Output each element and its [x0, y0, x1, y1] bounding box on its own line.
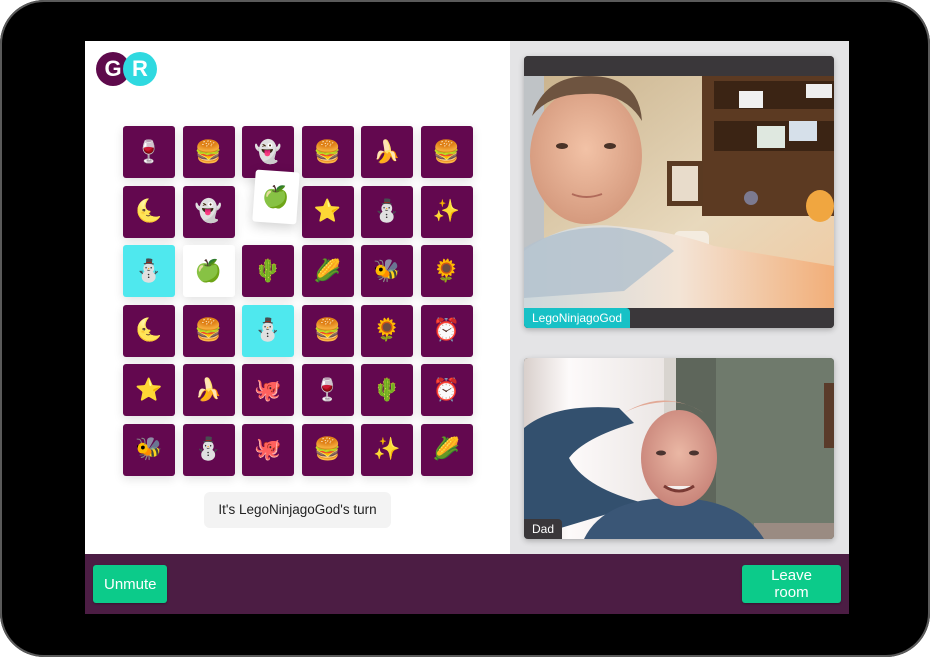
logo-r: R — [123, 52, 157, 86]
corn-icon: 🌽 — [313, 258, 342, 284]
memory-tile[interactable]: 🍏 — [182, 245, 235, 297]
hamburger-icon: 🍔 — [432, 139, 461, 165]
snowman-icon: ⛄ — [194, 437, 223, 462]
memory-tile[interactable]: 🍔 — [301, 304, 354, 357]
memory-tile[interactable]: 🐝 — [361, 245, 413, 297]
sunflower-icon: 🌻 — [373, 318, 401, 343]
memory-tile[interactable]: 🍔 — [420, 126, 473, 178]
octopus-icon: 🐙 — [254, 377, 282, 403]
hamburger-icon: 🍔 — [313, 437, 342, 462]
ghost-icon: 👻 — [254, 139, 282, 165]
octopus-icon: 🐙 — [254, 437, 282, 462]
memory-tile[interactable]: 👻 — [182, 185, 235, 238]
snowman-icon: ⛄ — [254, 318, 282, 343]
green-apple-icon: 🍏 — [261, 183, 291, 210]
participant-name-tag: Dad — [524, 519, 563, 539]
memory-tile[interactable]: 🌽 — [420, 423, 473, 476]
memory-board: 🍷 🍔 👻 🍔 🍌 🍔 🌜 👻 🍏 ⭐ ⛄ ✨ ⛄ 🍏 🌵 🌽 🐝 🌻 🌜 🍔 ⛄ 🍔 🌻 ⏰ ⭐ 🍌 🐙 🍷 🌵 ⏰ 🐝 ⛄ 🐙 🍔 ✨ 🌽 — [123, 126, 473, 476]
crescent-moon-face-icon: 🌜 — [135, 199, 163, 224]
green-apple-icon: 🍏 — [194, 258, 223, 284]
unmute-button[interactable]: Unmute — [93, 565, 167, 603]
memory-tile[interactable]: 🌽 — [301, 245, 354, 297]
call-controls-bar: Unmute Leave room — [85, 554, 849, 614]
hamburger-icon: 🍔 — [313, 139, 342, 165]
corn-icon: 🌽 — [432, 437, 461, 462]
snowman-icon: ⛄ — [373, 199, 401, 224]
memory-tile[interactable]: ⛄ — [242, 304, 294, 357]
bee-icon: 🐝 — [373, 258, 401, 284]
sparkles-icon: ✨ — [432, 199, 461, 224]
memory-tile[interactable]: 🍔 — [182, 126, 235, 178]
memory-tile[interactable]: 🌜 — [123, 304, 175, 357]
memory-tile[interactable]: 🌵 — [361, 364, 413, 416]
memory-tile[interactable]: 🍏 — [252, 169, 300, 224]
memory-tile[interactable]: 🍌 — [182, 364, 235, 416]
hamburger-icon: 🍔 — [313, 318, 342, 343]
memory-tile[interactable]: 🐙 — [242, 423, 294, 476]
memory-tile[interactable]: 🌻 — [361, 304, 413, 357]
memory-tile[interactable]: 🐙 — [242, 364, 294, 416]
wine-glass-icon: 🍷 — [135, 139, 163, 165]
sparkles-icon: ✨ — [373, 437, 401, 462]
hamburger-icon: 🍔 — [194, 318, 223, 343]
tablet-frame: G R 🍷 🍔 👻 🍔 🍌 🍔 🌜 👻 🍏 ⭐ ⛄ ✨ ⛄ 🍏 🌵 🌽 🐝 🌻 🌜 🍔 ⛄ 🍔 🌻 ⏰ ⭐ 🍌 🐙 🍷 🌵 ⏰ 🐝 ⛄ 🐙 🍔 ✨ 🌽… — [0, 0, 930, 657]
video-topbar — [524, 56, 834, 76]
memory-tile[interactable]: ⏰ — [420, 364, 473, 416]
leave-room-button[interactable]: Leave room — [742, 565, 841, 603]
memory-tile[interactable]: 🌜 — [123, 185, 175, 238]
bee-icon: 🐝 — [135, 437, 163, 462]
app-screen: G R 🍷 🍔 👻 🍔 🍌 🍔 🌜 👻 🍏 ⭐ ⛄ ✨ ⛄ 🍏 🌵 🌽 🐝 🌻 🌜 🍔 ⛄ 🍔 🌻 ⏰ ⭐ 🍌 🐙 🍷 🌵 ⏰ 🐝 ⛄ 🐙 🍔 ✨ 🌽… — [85, 41, 849, 614]
memory-tile[interactable]: ⛄ — [361, 185, 413, 238]
memory-tile[interactable]: 🍔 — [301, 126, 354, 178]
ghost-icon: 👻 — [194, 199, 223, 224]
star-icon: ⭐ — [135, 377, 163, 403]
memory-tile[interactable]: 🌵 — [242, 245, 294, 297]
memory-tile[interactable]: ✨ — [420, 185, 473, 238]
memory-tile[interactable]: ⛄ — [123, 245, 175, 297]
cactus-icon: 🌵 — [254, 258, 282, 284]
banana-icon: 🍌 — [373, 139, 401, 165]
logo: G R — [96, 52, 158, 86]
memory-tile[interactable]: 🍷 — [301, 364, 354, 416]
video-feed — [524, 358, 834, 539]
alarm-clock-icon: ⏰ — [432, 377, 461, 403]
hamburger-icon: 🍔 — [194, 139, 223, 165]
video-tile-participant-1: LegoNinjagoGod — [524, 56, 834, 328]
game-panel: G R 🍷 🍔 👻 🍔 🍌 🍔 🌜 👻 🍏 ⭐ ⛄ ✨ ⛄ 🍏 🌵 🌽 🐝 🌻 🌜 🍔 ⛄ 🍔 🌻 ⏰ ⭐ 🍌 🐙 🍷 🌵 ⏰ 🐝 ⛄ 🐙 🍔 ✨ 🌽… — [85, 41, 510, 554]
snowman-icon: ⛄ — [135, 258, 163, 284]
memory-tile[interactable]: 🍌 — [361, 126, 413, 178]
video-tile-participant-2: Dad — [524, 358, 834, 539]
memory-tile[interactable]: ⭐ — [301, 185, 354, 238]
memory-tile[interactable]: ⭐ — [123, 364, 175, 416]
memory-tile[interactable]: ✨ — [361, 423, 413, 476]
video-feed — [524, 76, 834, 308]
memory-tile[interactable]: 🍷 — [123, 126, 175, 178]
alarm-clock-icon: ⏰ — [432, 318, 461, 343]
memory-tile[interactable]: 🍔 — [301, 423, 354, 476]
banana-icon: 🍌 — [194, 377, 223, 403]
participant-name-tag: LegoNinjagoGod — [524, 308, 631, 328]
video-panel: LegoNinjagoGod Dad — [510, 41, 849, 554]
turn-status: It's LegoNinjagoGod's turn — [204, 492, 391, 528]
memory-tile[interactable]: 🐝 — [123, 423, 175, 476]
memory-tile[interactable]: 🌻 — [420, 245, 473, 297]
crescent-moon-face-icon: 🌜 — [135, 318, 163, 343]
video-frame-dad — [524, 358, 834, 539]
memory-tile[interactable]: ⛄ — [182, 423, 235, 476]
memory-tile[interactable]: 🍔 — [182, 304, 235, 357]
cactus-icon: 🌵 — [373, 377, 401, 403]
star-icon: ⭐ — [313, 199, 342, 224]
sunflower-icon: 🌻 — [432, 258, 461, 284]
video-frame-child — [524, 76, 834, 308]
wine-glass-icon: 🍷 — [313, 377, 342, 403]
memory-tile[interactable]: ⏰ — [420, 304, 473, 357]
